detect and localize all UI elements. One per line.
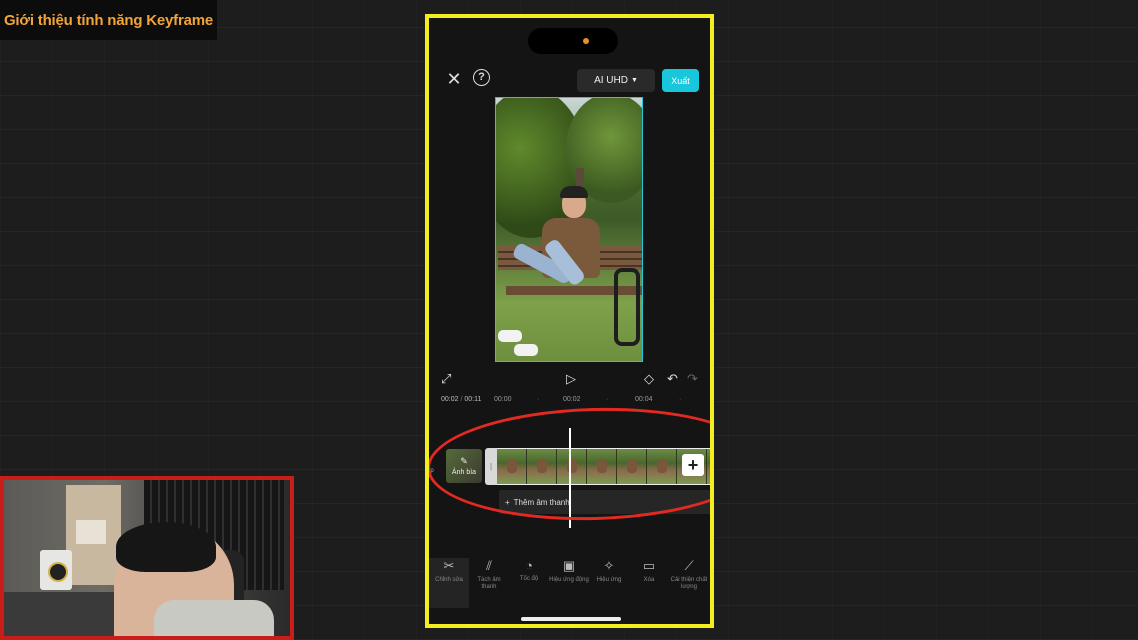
tool-label: Chỉnh sửa bbox=[435, 577, 463, 583]
webcam-person-shirt bbox=[154, 600, 274, 636]
keyframe-icon[interactable]: ◇ bbox=[644, 372, 654, 385]
undo-icon[interactable]: ↶ bbox=[667, 372, 678, 385]
tool-label: Cải thiện chất lượng bbox=[670, 577, 708, 590]
export-button[interactable]: Xuất bbox=[662, 69, 699, 92]
fullscreen-icon[interactable]: ⤢ bbox=[441, 372, 451, 385]
bottom-toolbar: ✂ Chỉnh sửa ⫽ Tách âm thanh ◔ Tốc độ ▣ H… bbox=[429, 558, 710, 608]
tool-label: Hiệu ứng bbox=[596, 577, 622, 583]
scissors-icon: ✂ bbox=[443, 558, 455, 573]
delete-icon: ▭ bbox=[642, 558, 656, 573]
preview-person-cap bbox=[560, 186, 588, 198]
tool-motion-effects[interactable]: ▣ Hiệu ứng động bbox=[549, 558, 589, 608]
play-icon[interactable]: ▷ bbox=[566, 372, 576, 385]
video-title-banner: Giới thiệu tính năng Keyframe bbox=[0, 0, 217, 40]
tool-delete[interactable]: ▭ Xóa bbox=[629, 558, 669, 608]
sparkle-icon: ✧ bbox=[603, 558, 615, 573]
dynamic-island bbox=[528, 28, 618, 54]
webcam-desk bbox=[4, 592, 114, 636]
ruler-mark: 00:04 bbox=[635, 396, 653, 403]
webcam-speaker bbox=[40, 550, 72, 590]
video-preview[interactable] bbox=[495, 97, 643, 362]
timecode: 00:02 / 00:11 bbox=[441, 396, 481, 403]
webcam-person-hair bbox=[116, 522, 216, 572]
tool-label: Xóa bbox=[643, 577, 655, 583]
tool-enhance[interactable]: ⟋ Cải thiện chất lượng bbox=[669, 558, 709, 608]
help-icon[interactable]: ? bbox=[473, 69, 490, 86]
ruler-dot: · bbox=[679, 396, 682, 403]
tool-split-sound[interactable]: ⫽ Tách âm thanh bbox=[469, 558, 509, 608]
total-time: 00:11 bbox=[464, 396, 482, 403]
time-separator: / bbox=[460, 396, 463, 403]
phone-screen: ✕ ? AI UHD ▼ Xuất ⤢ ▷ ◇ ↶ ↷ 00:02 / 00:1… bbox=[425, 14, 714, 628]
tool-label: Hiệu ứng động bbox=[549, 577, 589, 583]
quality-dropdown[interactable]: AI UHD ▼ bbox=[577, 69, 655, 92]
split-audio-icon: ⫽ bbox=[486, 558, 492, 573]
webcam-overlay bbox=[0, 476, 294, 640]
tool-edit[interactable]: ✂ Chỉnh sửa bbox=[429, 558, 469, 608]
current-time: 00:02 bbox=[441, 396, 459, 403]
motion-effect-icon: ▣ bbox=[562, 558, 576, 573]
preview-bench-leg bbox=[614, 268, 640, 346]
redo-icon[interactable]: ↷ bbox=[687, 372, 698, 385]
ruler-dot: · bbox=[537, 396, 540, 403]
ruler-dot: · bbox=[606, 396, 609, 403]
tool-label: Tốc độ bbox=[519, 576, 539, 582]
tool-effects[interactable]: ✧ Hiệu ứng bbox=[589, 558, 629, 608]
export-label: Xuất bbox=[671, 75, 690, 86]
home-indicator bbox=[521, 617, 621, 621]
ruler-mark: 00:02 bbox=[563, 396, 581, 403]
help-glyph: ? bbox=[478, 71, 485, 83]
webcam-shelf-box bbox=[76, 520, 106, 544]
quality-label: AI UHD bbox=[594, 75, 628, 86]
camera-indicator-dot bbox=[583, 38, 589, 44]
tool-speed[interactable]: ◔ Tốc độ bbox=[509, 558, 549, 608]
close-icon[interactable]: ✕ bbox=[445, 70, 463, 88]
preview-shoe bbox=[498, 330, 522, 342]
magic-wand-icon: ⟋ bbox=[684, 558, 694, 573]
speed-icon: ◔ bbox=[525, 558, 533, 573]
banner-title: Giới thiệu tính năng Keyframe bbox=[3, 11, 214, 29]
caret-down-icon: ▼ bbox=[630, 77, 638, 84]
ruler-mark: 00:00 bbox=[494, 396, 512, 403]
annotation-circle bbox=[429, 403, 710, 525]
preview-shoe bbox=[514, 344, 538, 356]
tool-label: Tách âm thanh bbox=[477, 577, 501, 590]
